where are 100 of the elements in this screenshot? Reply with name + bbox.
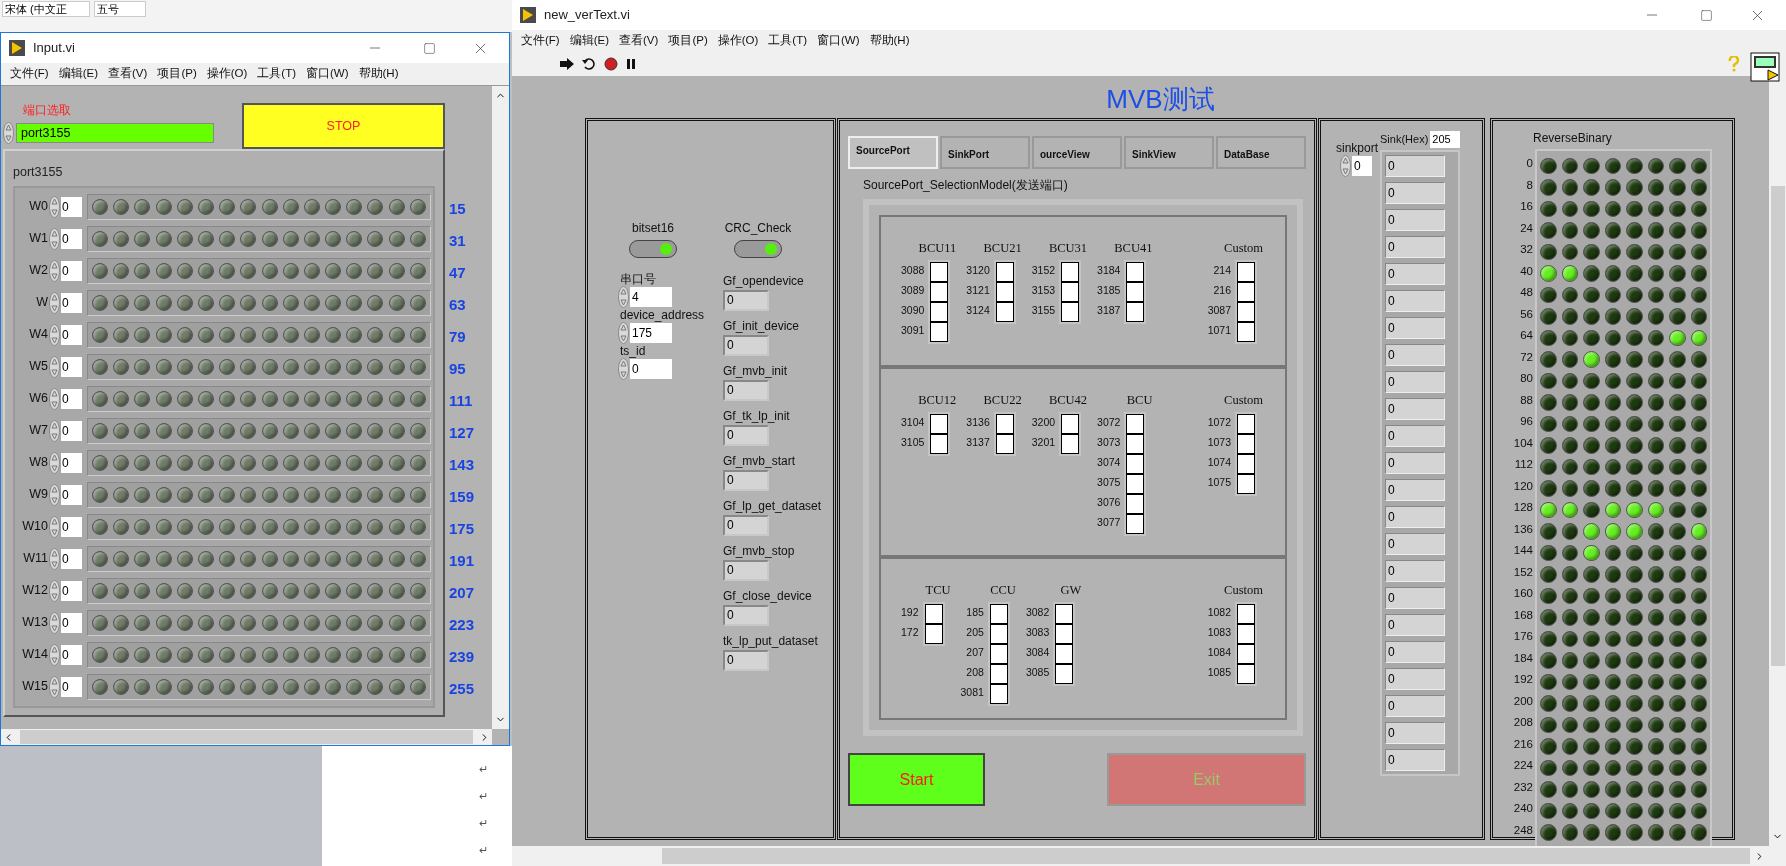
spinner-button[interactable] (3, 122, 14, 144)
tab[interactable]: ourceView (1032, 136, 1122, 169)
numeric-field[interactable]: 0 (1352, 156, 1372, 176)
port-checkbox[interactable] (930, 301, 949, 322)
pause-icon[interactable] (626, 58, 636, 70)
spinner-button[interactable] (49, 643, 60, 666)
spinner-button[interactable] (49, 675, 60, 698)
vi-icon[interactable] (1750, 52, 1780, 82)
port-checkbox[interactable] (1055, 603, 1074, 624)
horizontal-scrollbar[interactable] (1, 729, 492, 745)
port-checkbox[interactable] (995, 433, 1014, 454)
menu-item[interactable]: 项目(P) (663, 32, 713, 50)
spinner-button[interactable] (49, 611, 60, 634)
menu-item[interactable]: 工具(T) (252, 65, 301, 83)
port-checkbox[interactable] (1237, 433, 1255, 454)
numeric-field[interactable]: 0 (630, 359, 672, 379)
numeric-field[interactable]: 0 (61, 324, 82, 345)
port-checkbox[interactable] (995, 281, 1014, 302)
numeric-field[interactable]: 0 (61, 484, 82, 505)
spinner-button[interactable] (49, 483, 60, 506)
spinner-button[interactable] (49, 227, 60, 250)
port-checkbox[interactable] (1237, 453, 1255, 474)
menu-item[interactable]: 编辑(E) (53, 65, 104, 83)
port-checkbox[interactable] (930, 281, 949, 302)
port-checkbox[interactable] (1237, 603, 1255, 624)
spinner-button[interactable] (49, 355, 60, 378)
menu-item[interactable]: 操作(O) (712, 32, 764, 50)
tab[interactable]: SinkView (1124, 136, 1214, 169)
port-checkbox[interactable] (1126, 413, 1145, 434)
port-checkbox[interactable] (1237, 413, 1255, 434)
menu-item[interactable]: 工具(T) (763, 32, 812, 50)
numeric-field[interactable]: 0 (61, 356, 82, 377)
port-checkbox[interactable] (1237, 281, 1255, 302)
spinner-button[interactable] (49, 323, 60, 346)
port-checkbox[interactable] (1061, 301, 1080, 322)
numeric-field[interactable]: 4 (630, 287, 672, 307)
spinner-button[interactable] (618, 358, 629, 380)
port-checkbox[interactable] (989, 623, 1008, 644)
toggle-switch[interactable] (629, 240, 677, 258)
menu-item[interactable]: 窗口(W) (812, 32, 865, 50)
numeric-field[interactable]: 0 (61, 260, 82, 281)
spinner-button[interactable] (1340, 155, 1351, 177)
numeric-field[interactable]: 0 (61, 580, 82, 601)
numeric-field[interactable]: 0 (61, 292, 82, 313)
port-checkbox[interactable] (995, 413, 1014, 434)
spinner-button[interactable] (618, 286, 629, 308)
menu-item[interactable]: 文件(F) (5, 65, 54, 83)
port-checkbox[interactable] (995, 261, 1014, 282)
spinner-button[interactable] (618, 322, 629, 344)
menu-item[interactable]: 查看(V) (614, 32, 664, 50)
port-checkbox[interactable] (995, 301, 1014, 322)
spinner-button[interactable] (49, 259, 60, 282)
spinner-button[interactable] (49, 387, 60, 410)
numeric-field[interactable]: 0 (61, 388, 82, 409)
menu-item[interactable]: 查看(V) (103, 65, 153, 83)
port-checkbox[interactable] (1126, 513, 1145, 534)
numeric-field[interactable]: 0 (61, 420, 82, 441)
port-checkbox[interactable] (1237, 321, 1255, 342)
port-checkbox[interactable] (1061, 413, 1080, 434)
port-checkbox[interactable] (930, 321, 949, 342)
numeric-field[interactable]: 0 (61, 196, 82, 217)
numeric-field[interactable]: 0 (61, 516, 82, 537)
port-checkbox[interactable] (1126, 281, 1145, 302)
port-checkbox[interactable] (989, 643, 1008, 664)
menu-item[interactable]: 操作(O) (201, 65, 253, 83)
stop-button[interactable]: STOP (242, 103, 445, 149)
port-checkbox[interactable] (1126, 473, 1145, 494)
vertical-scrollbar[interactable] (492, 86, 509, 729)
run-arrow-icon[interactable] (560, 58, 574, 70)
spinner-button[interactable] (49, 451, 60, 474)
numeric-field[interactable]: 0 (61, 228, 82, 249)
port-checkbox[interactable] (1237, 301, 1255, 322)
port-checkbox[interactable] (1126, 453, 1145, 474)
port-checkbox[interactable] (989, 603, 1008, 624)
port-checkbox[interactable] (924, 603, 943, 624)
menu-item[interactable]: 文件(F) (516, 32, 565, 50)
tab[interactable]: SinkPort (940, 136, 1030, 169)
port-checkbox[interactable] (1126, 301, 1145, 322)
port-checkbox[interactable] (989, 663, 1008, 684)
tab[interactable]: DataBase (1216, 136, 1306, 169)
spinner-button[interactable] (49, 579, 60, 602)
port-checkbox[interactable] (1055, 643, 1074, 664)
port-checkbox[interactable] (1061, 433, 1080, 454)
spinner-button[interactable] (49, 419, 60, 442)
port-checkbox[interactable] (1237, 663, 1255, 684)
numeric-field[interactable]: 175 (630, 323, 672, 343)
vertical-scrollbar[interactable] (1769, 76, 1786, 866)
port-checkbox[interactable] (930, 261, 949, 282)
horizontal-scrollbar[interactable] (512, 846, 1769, 866)
port-checkbox[interactable] (1126, 493, 1145, 514)
port-checkbox[interactable] (924, 623, 943, 644)
menu-item[interactable]: 帮助(H) (353, 65, 404, 83)
numeric-field[interactable]: 0 (61, 452, 82, 473)
port-checkbox[interactable] (1237, 261, 1255, 282)
spinner-button[interactable] (49, 515, 60, 538)
maximize-icon[interactable] (423, 41, 436, 55)
port-select[interactable]: port3155 (16, 123, 214, 143)
menu-item[interactable]: 帮助(H) (864, 32, 915, 50)
tab[interactable]: SourcePort (848, 136, 938, 169)
toggle-switch[interactable] (734, 240, 782, 258)
